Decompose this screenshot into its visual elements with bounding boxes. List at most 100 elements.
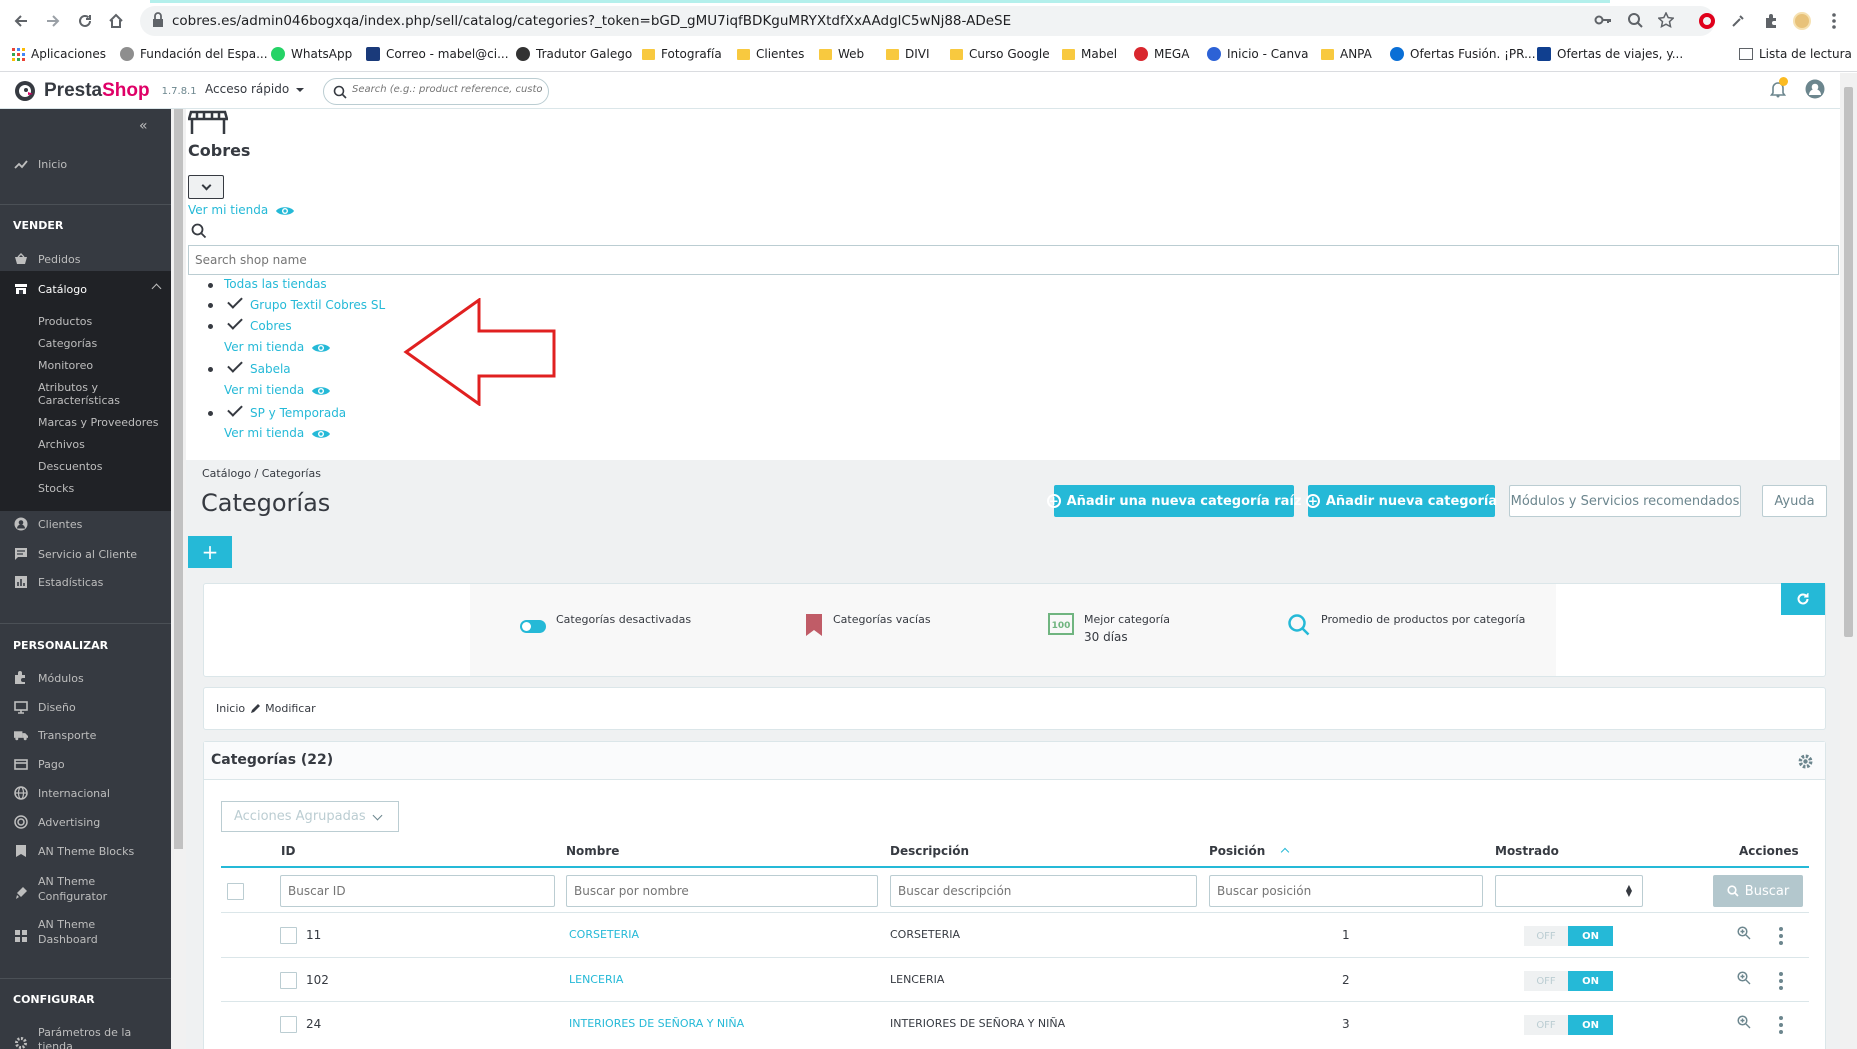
row-actions-menu-icon[interactable]	[1779, 972, 1783, 990]
forward-icon[interactable]	[40, 8, 66, 34]
star-icon[interactable]	[1657, 11, 1675, 31]
filter-name-input[interactable]	[574, 884, 853, 898]
reading-list[interactable]: Lista de lectura	[1739, 45, 1852, 63]
bookmark-correo[interactable]: Correo - mabel@ci...	[366, 45, 509, 63]
zoom-in-icon[interactable]	[1737, 971, 1751, 988]
notifications-bell-icon[interactable]	[1769, 77, 1788, 101]
bookmark-anpa[interactable]: ANPA	[1321, 45, 1372, 63]
bookmark-curso-google[interactable]: Curso Google	[950, 45, 1050, 63]
column-header-shown[interactable]: Mostrado	[1495, 844, 1559, 858]
add-root-category-button[interactable]: + Añadir una nueva categoría raíz	[1046, 485, 1301, 517]
shop-tree-all[interactable]: Todas las tiendas	[224, 277, 327, 291]
kpi-empty[interactable]: Categorías vacías	[805, 613, 931, 637]
extensions-icon[interactable]	[1759, 9, 1783, 33]
bookmark-fotografia[interactable]: Fotografía	[642, 45, 722, 63]
bookmark-divi[interactable]: DIVI	[886, 45, 930, 63]
sidebar-item-inicio[interactable]: Inicio	[0, 155, 171, 173]
row-checkbox[interactable]	[280, 972, 297, 989]
shop-search-input[interactable]	[195, 253, 1762, 267]
add-category-button[interactable]: + Añadir nueva categoría	[1305, 485, 1497, 517]
bookmark-clientes[interactable]: Clientes	[737, 45, 804, 63]
opera-icon[interactable]	[1695, 9, 1719, 33]
sidebar-item-transporte[interactable]: Transporte	[0, 726, 171, 744]
row-name-link[interactable]: CORSETERIA	[569, 928, 639, 941]
filter-id-input[interactable]	[288, 884, 534, 898]
filter-description-input[interactable]	[898, 884, 1173, 898]
sidebar-item-catalogo[interactable]: Catálogo	[0, 280, 171, 298]
bookmark-web[interactable]: Web	[819, 45, 864, 63]
sidebar-item-internacional[interactable]: Internacional	[0, 784, 171, 802]
key-icon[interactable]	[1594, 12, 1612, 31]
shop-tree-cobres[interactable]: Cobres	[227, 314, 292, 333]
bookmark-apps[interactable]: Aplicaciones	[12, 45, 106, 63]
filter-shown-select[interactable]: ▲ ▼	[1495, 875, 1643, 907]
gear-icon[interactable]	[1797, 753, 1814, 773]
page-scrollbar[interactable]	[1840, 73, 1857, 1049]
prestashop-logo[interactable]: PrestaShop 1.7.8.1	[14, 80, 197, 102]
reload-icon[interactable]	[72, 8, 98, 34]
sidebar-sub-atributos-2[interactable]: Características	[38, 394, 120, 407]
search-input[interactable]	[352, 84, 542, 95]
shop-tree-sabela[interactable]: Sabela	[227, 357, 291, 376]
sidebar-sub-archivos[interactable]: Archivos	[38, 438, 85, 451]
sidebar-item-an-blocks[interactable]: AN Theme Blocks	[0, 842, 171, 860]
row-name-link[interactable]: LENCERIA	[569, 973, 623, 986]
kpi-best[interactable]: 100 Mejor categoría 30 días	[1048, 613, 1170, 648]
filter-name-field[interactable]	[566, 875, 878, 907]
bookmark-ofertas-fusion[interactable]: Ofertas Fusión. ¡PR...	[1390, 45, 1536, 63]
column-header-position[interactable]: Posición	[1209, 844, 1289, 858]
zoom-in-icon[interactable]	[1737, 1015, 1751, 1032]
filter-description-field[interactable]	[890, 875, 1197, 907]
column-header-description[interactable]: Descripción	[890, 844, 969, 858]
shop-search-field[interactable]	[188, 245, 1839, 275]
zoom-icon[interactable]	[1627, 12, 1643, 31]
view-store-link-sabela[interactable]: Ver mi tienda	[224, 383, 331, 397]
sidebar-item-diseno[interactable]: Diseño	[0, 698, 171, 716]
sidebar-item-advertising[interactable]: Advertising	[0, 813, 171, 831]
shop-tree-sp[interactable]: SP y Temporada	[227, 401, 346, 420]
sidebar-sub-categorias[interactable]: Categorías	[38, 337, 97, 350]
help-button[interactable]: Ayuda	[1762, 485, 1827, 517]
sidebar-sub-atributos[interactable]: Atributos y	[38, 381, 98, 394]
sidebar-sub-descuentos[interactable]: Descuentos	[38, 460, 103, 473]
sidebar-sub-productos[interactable]: Productos	[38, 315, 92, 328]
sidebar-item-pedidos[interactable]: Pedidos	[0, 250, 171, 268]
shown-toggle[interactable]: OFF ON	[1524, 1015, 1613, 1035]
kpi-average[interactable]: Promedio de productos por categoría	[1287, 613, 1525, 637]
view-store-link-cobres[interactable]: Ver mi tienda	[224, 340, 331, 354]
sidebar-sub-monitoreo[interactable]: Monitoreo	[38, 359, 93, 372]
address-bar[interactable]: cobres.es/admin046bogxqa/index.php/sell/…	[140, 6, 1715, 36]
bookmark-canva[interactable]: Inicio - Canva	[1207, 45, 1309, 63]
sidebar-item-modulos[interactable]: Módulos	[0, 669, 171, 687]
bookmark-mabel[interactable]: Mabel	[1062, 45, 1117, 63]
search-button[interactable]: Buscar	[1713, 875, 1803, 907]
employee-avatar-icon[interactable]	[1805, 79, 1825, 102]
bookmark-tradutor[interactable]: Tradutor Galego	[516, 45, 632, 63]
collapse-sidebar-icon[interactable]: «	[139, 118, 148, 134]
admin-search[interactable]	[323, 78, 549, 105]
bulk-actions-dropdown[interactable]: Acciones Agrupadas	[221, 801, 399, 832]
refresh-kpi-button[interactable]	[1781, 583, 1825, 615]
select-all-checkbox[interactable]	[227, 883, 244, 900]
column-header-name[interactable]: Nombre	[566, 844, 619, 858]
browser-menu-icon[interactable]	[1822, 9, 1846, 33]
filter-position-input[interactable]	[1217, 884, 1462, 898]
bookmark-ofertas-viajes[interactable]: Ofertas de viajes, y...	[1537, 45, 1683, 63]
kpi-disabled[interactable]: Categorías desactivadas	[520, 613, 691, 633]
column-header-id[interactable]: ID	[281, 844, 295, 858]
bookmark-mega[interactable]: MEGA	[1134, 45, 1189, 63]
sidebar-item-servicio[interactable]: Servicio al Cliente	[0, 545, 171, 563]
row-name-link[interactable]: INTERIORES DE SEÑORA Y NIÑA	[569, 1017, 744, 1030]
filter-position-field[interactable]	[1209, 875, 1483, 907]
bookmark-fundacion[interactable]: Fundación del Espa...	[120, 45, 268, 63]
quick-access-dropdown[interactable]: Acceso rápido	[205, 82, 305, 96]
shop-tree-grupo[interactable]: Grupo Textil Cobres SL	[227, 293, 385, 312]
sidebar-item-parametros[interactable]: Parámetros de la tienda	[0, 1024, 171, 1049]
sidebar-sub-stocks[interactable]: Stocks	[38, 482, 74, 495]
row-actions-menu-icon[interactable]	[1779, 1016, 1783, 1034]
shown-toggle[interactable]: OFF ON	[1524, 926, 1613, 946]
row-checkbox[interactable]	[280, 927, 297, 944]
back-icon[interactable]	[8, 8, 34, 34]
view-store-link-sp[interactable]: Ver mi tienda	[224, 426, 331, 440]
row-actions-menu-icon[interactable]	[1779, 927, 1783, 945]
